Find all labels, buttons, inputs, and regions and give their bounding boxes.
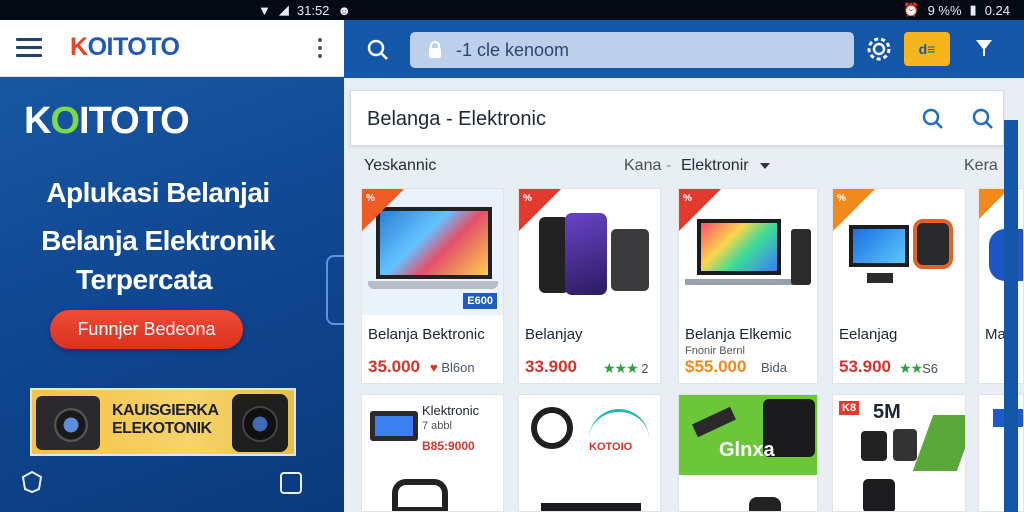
product-card[interactable]: Glnxa [678,394,818,512]
banner-text: KAUISGIERKA ELEKOTONIK [112,402,219,437]
product-price: $55.000 [685,357,747,376]
product-card[interactable]: E600 % Belanja Bektronic 35.000 ♥ Bl6on [361,188,504,384]
battery-icon: ▮ [969,2,977,17]
product-rating: ★★S6 [899,360,939,376]
discount-ribbon: % [837,193,846,204]
device-image [541,503,641,511]
product-card[interactable]: % Belanjay 33.900 ★★★ 2 [518,188,661,384]
signal-icon: ◢ [278,2,289,17]
url-text: -1 cle kenoom [456,39,570,60]
battery-percent: 9 %% [927,2,962,18]
promo-label: Glnxa [719,439,775,461]
discount-ribbon: % [683,193,692,204]
url-bar[interactable]: -1 cle kenoom [410,32,854,68]
headline-line-3: Terpercata [75,264,213,295]
product-price: 53.900 [839,357,891,376]
product-title: 5M [873,401,901,423]
search-input[interactable]: Belanga - Elektronic [350,90,1004,146]
settings-gear-icon[interactable] [866,36,892,67]
camera-icon [36,396,100,450]
right-panel: -1 cle kenoom d≡ Belanga - Elektronic Ye… [344,20,1024,512]
square-back-icon[interactable] [280,472,302,494]
product-card[interactable]: % Eelanjag 53.900 ★★S6 [832,188,966,384]
device-image [893,429,917,461]
product-badge: E600 [463,293,497,309]
product-subtitle: 7 abbl [422,420,452,432]
cart-badge-button[interactable]: d≡ [904,32,950,66]
filter-label: Yeskannic [364,157,437,174]
camera-accessory-image [692,406,736,438]
cta-button[interactable]: Funnjer Bedeona [50,310,243,349]
product-title: Eelanjag [839,326,898,343]
tablet-image [370,411,418,441]
product-price: B85:9000 [422,439,475,453]
product-title: Belanja Elkemic [685,326,792,343]
product-brand: KOTOIO [589,441,633,453]
search-submit-icon[interactable] [971,107,995,136]
scrollbar[interactable] [1004,120,1018,512]
wifi-icon: ▼ [258,2,271,18]
filter-kana[interactable]: Kana [624,157,661,175]
app-screen: { "status_bar": {"time": "31:52", "batte… [0,0,1024,512]
search-input-value: Belanga - Elektronic [367,108,546,130]
top-bar: -1 cle kenoom d≡ [344,20,1024,78]
shield-icon[interactable] [20,470,44,494]
product-title: Belanjay [525,326,583,343]
product-card[interactable]: % Belanja Elkemic Fnonir Bernl $55.000 B… [678,188,818,384]
product-title: Klektronic [422,403,480,418]
search-icon[interactable] [921,107,945,136]
phone-image [863,479,895,511]
hamburger-menu-icon[interactable] [16,38,42,58]
product-extra: ♥ Bl6on [430,360,475,375]
more-options-icon[interactable] [316,38,324,60]
filter-row: Yeskannic Kana - Elektronir Kera [344,154,1024,180]
status-time: 31:52 [296,2,330,18]
category-dropdown[interactable]: Elektronir [681,157,749,175]
status-bar: ▼ ◢ 31:52 ☻ ⏰ 9 %% ▮ 0.24 [0,0,1024,20]
alarm-icon: ⏰ [903,2,920,17]
rating-stars-icon: ★★ [899,360,923,376]
green-accent [912,415,965,471]
chevron-down-icon[interactable] [760,163,770,169]
filter-separator: - [666,157,672,174]
rating-stars-icon: ★★★ [603,360,639,376]
headphones-image [531,407,573,449]
product-extra: Bida [761,360,788,375]
filter-right-label[interactable]: Kera [964,157,998,175]
discount-ribbon: % [523,193,532,204]
product-price: 35.000 [368,357,420,376]
product-card[interactable]: K8 5M [832,394,966,512]
headline-line-1: Aplukasi Belanjai [46,177,270,208]
decorative-curve [589,409,649,439]
notification-icon: ☻ [337,2,352,18]
lock-icon [429,41,441,58]
promo-banner[interactable]: KAUISGIERKA ELEKOTONIK [30,388,296,456]
search-icon[interactable] [366,38,390,67]
status-clock-right: 0.24 [984,2,1010,18]
product-rating: ★★★ 2 [603,360,649,376]
camera-lens-icon [232,394,288,452]
product-price: 33.900 [525,357,577,376]
product-card[interactable]: Klektronic 7 abbl B85:9000 [361,394,504,512]
card-footer [679,475,817,511]
product-card[interactable]: KOTOIO [518,394,661,512]
discount-badge: K8 [839,401,860,415]
left-panel: KOITOTO KOITOTO Aplukasi Belanjai Belanj… [0,20,350,512]
app-bar: KOITOTO [0,20,344,77]
app-logo[interactable]: KOITOTO [70,33,180,62]
discount-ribbon: % [366,193,375,204]
watch-image [392,479,448,511]
brand-logo: KOITOTO [24,100,190,142]
filter-icon[interactable] [972,36,996,65]
product-subtitle: Fnonir Bernl [685,345,745,357]
headline-line-2: Belanja Elektronik [41,225,275,256]
device-image [861,431,887,461]
product-title: Belanja Bektronic [368,326,485,343]
